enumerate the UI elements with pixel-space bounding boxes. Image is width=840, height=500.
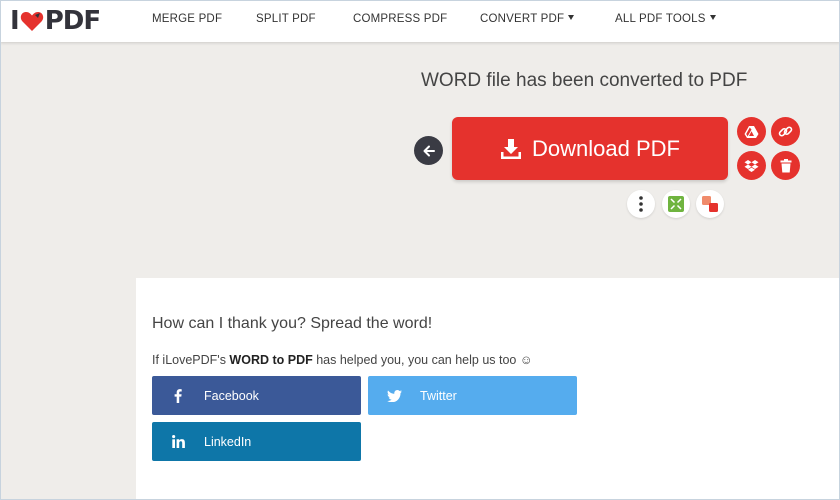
download-pdf-button[interactable]: Download PDF [452,117,728,180]
linkedin-label: LinkedIn [204,434,252,449]
google-drive-icon [744,125,759,138]
copy-link-button[interactable] [771,117,800,146]
facebook-label: Facebook [204,388,259,403]
download-pdf-label: Download PDF [532,135,680,161]
caret-down-icon [568,15,575,20]
compress-icon [668,196,684,212]
ilovepdf-logo[interactable]: I PDF [10,6,101,36]
nav-all-pdf-tools-label: ALL PDF TOOLS [615,13,706,25]
twitter-icon [368,389,420,402]
facebook-icon [152,388,204,403]
nav-convert-pdf-label: CONVERT PDF [480,13,565,25]
save-to-google-drive-button[interactable] [737,117,766,146]
trash-icon [780,158,791,172]
more-options-button[interactable] [627,190,655,218]
link-icon [778,126,793,137]
top-navbar: I PDF MERGE PDF SPLIT PDF COMPRESS PDF C… [0,0,840,42]
download-icon [501,138,522,159]
split-pdf-shortcut[interactable] [696,190,724,218]
share-subtitle: If iLovePDF's WORD to PDF has helped you… [152,353,533,367]
share-title: How can I thank you? Spread the word! [152,315,433,332]
nav-convert-pdf[interactable]: CONVERT PDF [480,13,575,25]
linkedin-icon [152,435,204,448]
share-subtitle-start: If iLovePDF's [152,353,230,367]
twitter-label: Twitter [420,388,457,403]
caret-down-icon [709,15,716,20]
more-options-icon [639,196,643,212]
conversion-headline: WORD file has been converted to PDF [421,70,748,91]
heart-icon [20,11,43,31]
linkedin-share-button[interactable]: LinkedIn [152,422,361,461]
nav-split-pdf[interactable]: SPLIT PDF [256,13,316,25]
logo-text-pdf: PDF [44,6,101,36]
logo-text-i: I [10,6,20,36]
nav-merge-pdf[interactable]: MERGE PDF [152,13,222,25]
nav-all-pdf-tools[interactable]: ALL PDF TOOLS [615,13,716,25]
back-button[interactable] [414,136,443,165]
share-subtitle-tool: WORD to PDF [229,353,313,367]
share-subtitle-end: has helped you, you can help us too ☺ [312,353,533,367]
compress-pdf-shortcut[interactable] [662,190,690,218]
split-icon [702,196,718,212]
delete-file-button[interactable] [771,151,800,180]
save-to-dropbox-button[interactable] [737,151,766,180]
back-arrow-icon [423,145,435,156]
twitter-share-button[interactable]: Twitter [368,376,577,415]
dropbox-icon [744,159,759,172]
nav-compress-pdf[interactable]: COMPRESS PDF [353,13,447,25]
share-card: How can I thank you? Spread the word! If… [136,278,840,500]
facebook-share-button[interactable]: Facebook [152,376,361,415]
